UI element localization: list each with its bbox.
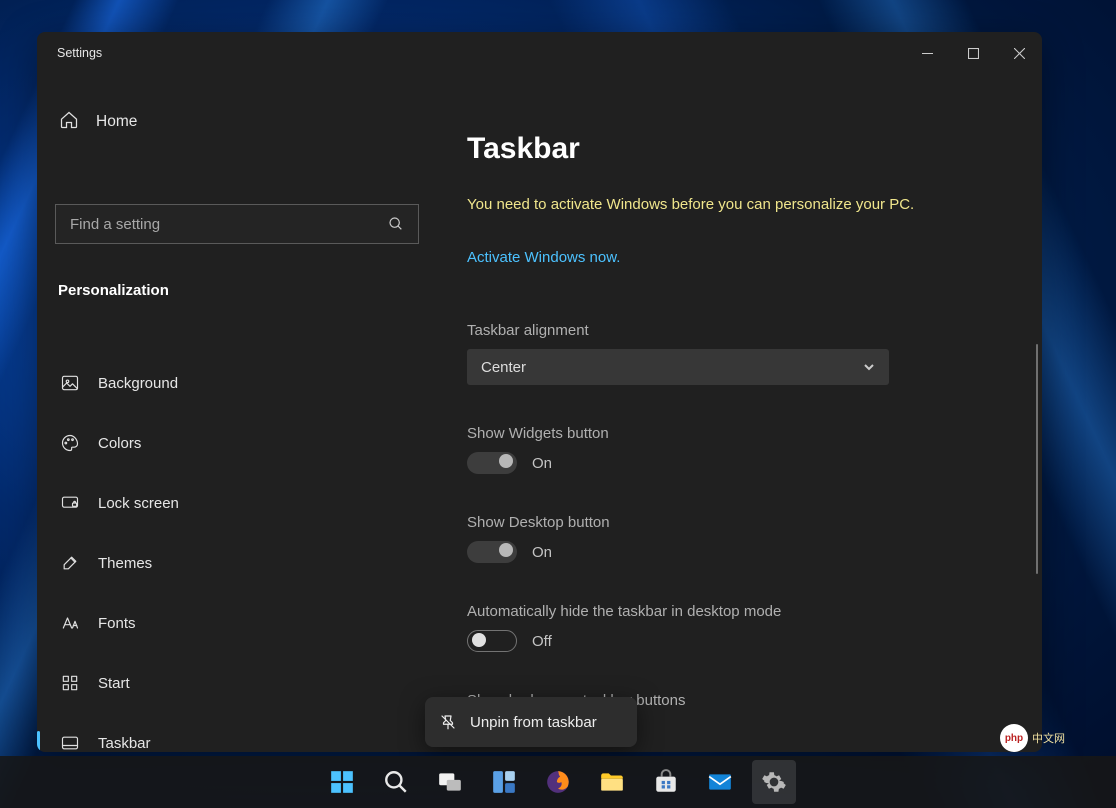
watermark: php 中文网 [1000, 724, 1100, 752]
home-label: Home [96, 113, 137, 131]
minimize-button[interactable] [904, 32, 950, 74]
sidebar-item-colors[interactable]: Colors [55, 413, 419, 473]
page-title: Taskbar [467, 132, 1012, 166]
autohide-label: Automatically hide the taskbar in deskto… [467, 603, 1012, 620]
titlebar[interactable]: Settings [37, 32, 1042, 74]
taskbar-alignment-label: Taskbar alignment [467, 322, 1012, 339]
taskbar-icon [59, 732, 81, 752]
show-widgets-toggle[interactable] [467, 452, 517, 474]
window-title: Settings [57, 46, 102, 60]
activation-warning: You need to activate Windows before you … [467, 194, 1012, 215]
content-pane: Taskbar You need to activate Windows bef… [437, 74, 1042, 752]
mail-button[interactable] [698, 760, 742, 804]
brush-icon [59, 552, 81, 574]
sidebar-item-background[interactable]: Background [55, 353, 419, 413]
show-widgets-label: Show Widgets button [467, 425, 1012, 442]
search-button[interactable] [374, 760, 418, 804]
lock-screen-icon [59, 492, 81, 514]
search-icon [388, 216, 404, 232]
firefox-button[interactable] [536, 760, 580, 804]
show-desktop-label: Show Desktop button [467, 514, 1012, 531]
widgets-button[interactable] [482, 760, 526, 804]
autohide-toggle[interactable] [467, 630, 517, 652]
chevron-down-icon [863, 361, 875, 373]
start-button[interactable] [320, 760, 364, 804]
search-placeholder: Find a setting [70, 216, 388, 233]
sidebar-item-label: Fonts [98, 615, 136, 632]
file-explorer-button[interactable] [590, 760, 634, 804]
sidebar-item-label: Taskbar [98, 735, 151, 752]
watermark-text: 中文网 [1032, 730, 1065, 746]
fonts-icon [59, 612, 81, 634]
sidebar-item-label: Colors [98, 435, 141, 452]
maximize-button[interactable] [950, 32, 996, 74]
start-grid-icon [59, 672, 81, 694]
sidebar-item-taskbar[interactable]: Taskbar [55, 713, 419, 752]
unpin-icon [439, 713, 457, 731]
sidebar-item-themes[interactable]: Themes [55, 533, 419, 593]
watermark-logo: php [1000, 724, 1028, 752]
home-icon [59, 110, 79, 135]
settings-window: Settings Home Find a setting Personaliza… [37, 32, 1042, 752]
toggle-state: Off [532, 633, 552, 650]
sidebar: Home Find a setting Personalization Back… [37, 74, 437, 752]
toggle-state: On [532, 544, 552, 561]
palette-icon [59, 432, 81, 454]
image-icon [59, 372, 81, 394]
activate-windows-link[interactable]: Activate Windows now. [467, 249, 1012, 266]
sidebar-item-fonts[interactable]: Fonts [55, 593, 419, 653]
taskbar [0, 756, 1116, 808]
search-input[interactable]: Find a setting [55, 204, 419, 244]
content-scrollbar[interactable] [1036, 344, 1038, 574]
sidebar-item-home[interactable]: Home [55, 102, 419, 142]
breadcrumb: Personalization [55, 282, 419, 299]
task-view-button[interactable] [428, 760, 472, 804]
sidebar-item-label: Background [98, 375, 178, 392]
settings-button[interactable] [752, 760, 796, 804]
store-button[interactable] [644, 760, 688, 804]
taskbar-alignment-dropdown[interactable]: Center [467, 349, 889, 385]
toggle-state: On [532, 455, 552, 472]
context-menu-unpin[interactable]: Unpin from taskbar [425, 697, 637, 747]
show-desktop-toggle[interactable] [467, 541, 517, 563]
sidebar-item-label: Themes [98, 555, 152, 572]
close-button[interactable] [996, 32, 1042, 74]
sidebar-item-label: Lock screen [98, 495, 179, 512]
sidebar-item-lock-screen[interactable]: Lock screen [55, 473, 419, 533]
sidebar-item-start[interactable]: Start [55, 653, 419, 713]
context-menu-label: Unpin from taskbar [470, 714, 597, 731]
sidebar-item-label: Start [98, 675, 130, 692]
dropdown-value: Center [481, 359, 863, 376]
